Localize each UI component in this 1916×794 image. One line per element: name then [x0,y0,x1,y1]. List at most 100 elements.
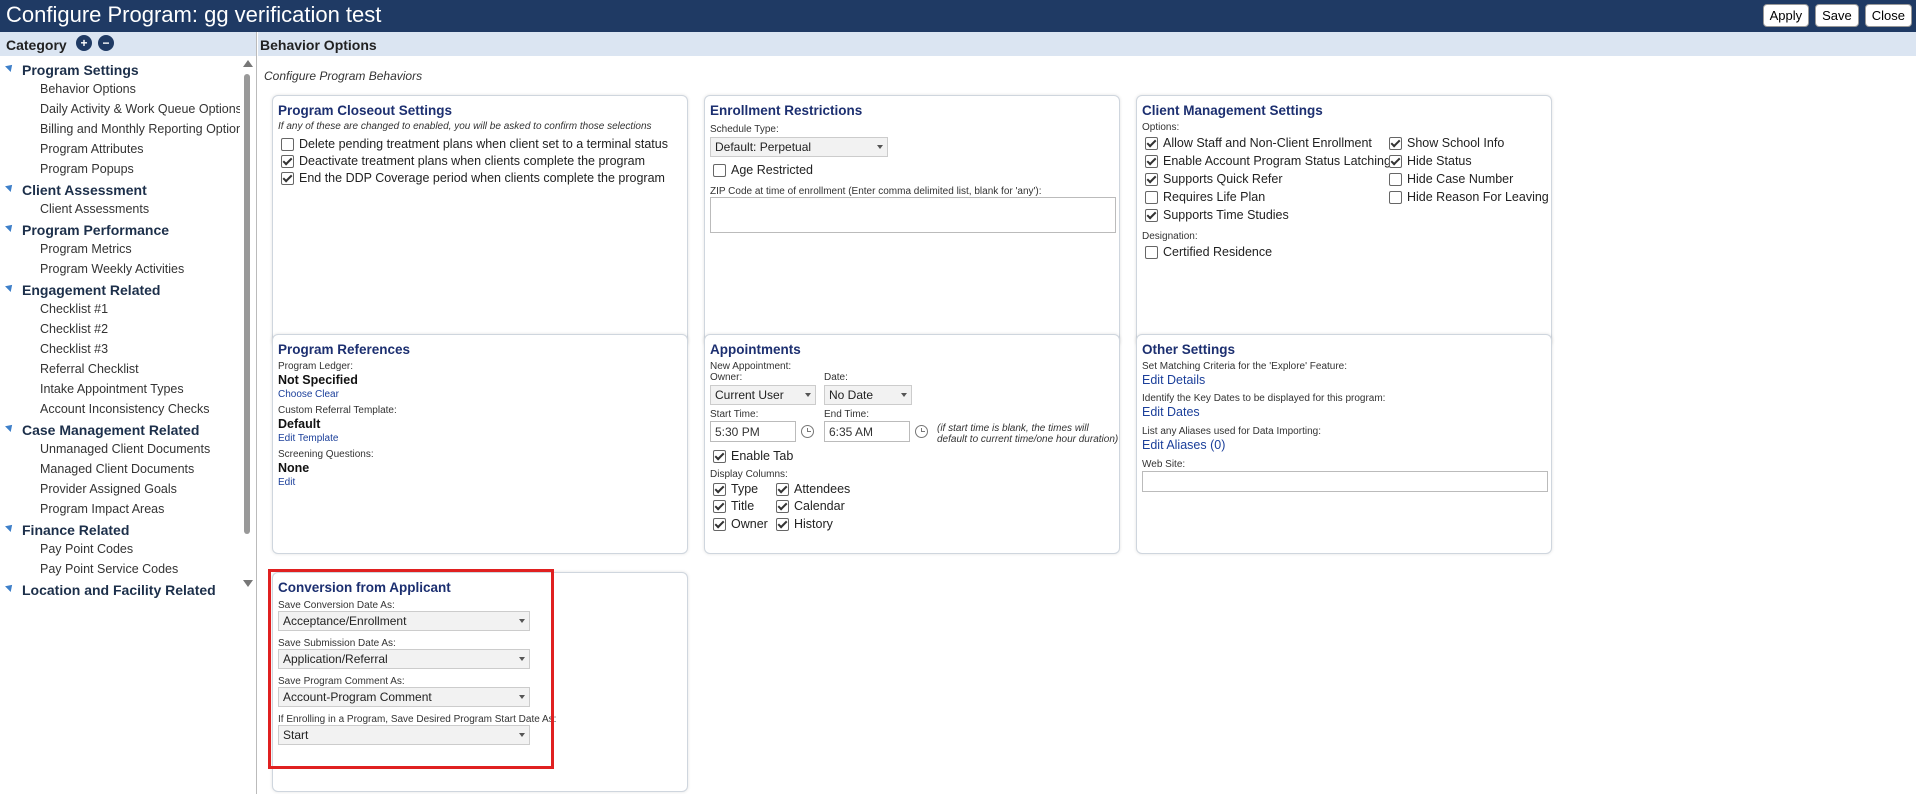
edit-aliases-link[interactable]: Edit Aliases (0) [1142,438,1225,452]
sidebar-scrollbar[interactable] [242,60,253,788]
checkbox[interactable] [1389,172,1402,186]
closeout-option-1[interactable]: Delete pending treatment plans when clie… [281,137,668,151]
sidebar-item[interactable]: Referral Checklist [0,360,240,380]
checkbox[interactable] [713,163,726,177]
checkbox[interactable] [1145,136,1158,150]
edit-details-link[interactable]: Edit Details [1142,373,1205,387]
expand-triangle-icon[interactable] [5,62,15,72]
sidebar-item[interactable]: Program Impact Areas [0,500,240,520]
sidebar-item[interactable]: Program Attributes [0,140,240,160]
start-date-select[interactable]: Start [278,725,530,745]
checkbox[interactable] [1145,172,1158,186]
expand-triangle-icon[interactable] [5,222,15,232]
end-time-input[interactable]: 6:35 AM [824,421,910,442]
program-comment-select[interactable]: Account-Program Comment [278,687,530,707]
schedule-type-select[interactable]: Default: Perpetual [710,137,888,157]
sidebar-item[interactable]: Pay Point Codes [0,540,240,560]
sidebar-item[interactable]: Program Popups [0,160,240,180]
edit-template-link[interactable]: Edit Template [278,433,338,444]
checkbox[interactable] [1145,154,1158,168]
cm-option-quick-refer[interactable]: Supports Quick Refer [1145,172,1283,186]
column-history[interactable]: History [776,517,833,531]
edit-dates-link[interactable]: Edit Dates [1142,405,1200,419]
checkbox[interactable] [1389,190,1402,204]
sidebar-group[interactable]: Client Assessment [0,181,240,200]
checkbox[interactable] [713,482,726,496]
expand-triangle-icon[interactable] [5,182,15,192]
column-type[interactable]: Type [713,482,758,496]
sidebar-item[interactable]: Behavior Options [0,80,240,100]
expand-triangle-icon[interactable] [5,522,15,532]
conversion-date-select[interactable]: Acceptance/Enrollment [278,611,530,631]
save-button[interactable]: Save [1815,4,1859,27]
column-owner[interactable]: Owner [713,517,768,531]
checkbox[interactable] [776,517,789,531]
sidebar-item[interactable]: Checklist #1 [0,300,240,320]
expand-triangle-icon[interactable] [5,582,15,592]
date-select[interactable]: No Date [824,385,912,405]
scroll-down-icon[interactable] [243,580,253,587]
sidebar-item[interactable]: Daily Activity & Work Queue Options [0,100,240,120]
sidebar-item[interactable]: Client Assessments [0,200,240,220]
sidebar-item[interactable]: Pay Point Service Codes [0,560,240,580]
collapse-all-icon[interactable]: − [98,35,114,51]
start-time-input[interactable]: 5:30 PM [710,421,796,442]
checkbox[interactable] [713,499,726,513]
checkbox[interactable] [1389,136,1402,150]
sidebar-item[interactable]: Account Inconsistency Checks [0,400,240,420]
clock-icon[interactable] [915,425,928,438]
cm-option-school-info[interactable]: Show School Info [1389,136,1504,150]
sidebar-group[interactable]: Case Management Related [0,421,240,440]
clock-icon[interactable] [801,425,814,438]
checkbox[interactable] [776,499,789,513]
checkbox[interactable] [713,517,726,531]
website-input[interactable] [1142,471,1548,492]
zip-code-input[interactable] [710,197,1116,233]
sidebar-item[interactable]: Managed Client Documents [0,460,240,480]
close-button[interactable]: Close [1864,4,1912,27]
cm-option-staff-enrollment[interactable]: Allow Staff and Non-Client Enrollment [1145,136,1372,150]
scroll-thumb[interactable] [244,74,250,534]
sidebar-item[interactable]: Provider Assigned Goals [0,480,240,500]
owner-select[interactable]: Current User [710,385,816,405]
apply-button[interactable]: Apply [1762,4,1810,27]
checkbox[interactable] [281,171,294,185]
checkbox[interactable] [281,154,294,168]
expand-triangle-icon[interactable] [5,422,15,432]
cm-option-life-plan[interactable]: Requires Life Plan [1145,190,1265,204]
sidebar-group[interactable]: Finance Related [0,521,240,540]
expand-triangle-icon[interactable] [5,282,15,292]
sidebar-item[interactable]: Checklist #2 [0,320,240,340]
checkbox[interactable] [1145,208,1158,222]
sidebar-item[interactable]: Unmanaged Client Documents [0,440,240,460]
sidebar-group[interactable]: Engagement Related [0,281,240,300]
sidebar-group[interactable]: Program Settings [0,61,240,80]
closeout-option-2[interactable]: Deactivate treatment plans when clients … [281,154,645,168]
checkbox[interactable] [1389,154,1402,168]
cm-option-hide-reason[interactable]: Hide Reason For Leaving [1389,190,1549,204]
certified-residence-option[interactable]: Certified Residence [1145,245,1272,259]
column-title[interactable]: Title [713,499,754,513]
sidebar-group[interactable]: Program Performance [0,221,240,240]
cm-option-status-latching[interactable]: Enable Account Program Status Latching [1145,154,1391,168]
cm-option-time-studies[interactable]: Supports Time Studies [1145,208,1289,222]
cm-option-hide-status[interactable]: Hide Status [1389,154,1472,168]
checkbox[interactable] [281,137,294,151]
cm-option-hide-case-number[interactable]: Hide Case Number [1389,172,1513,186]
sidebar-item[interactable]: Intake Appointment Types [0,380,240,400]
sidebar-item[interactable]: Checklist #3 [0,340,240,360]
submission-date-select[interactable]: Application/Referral [278,649,530,669]
expand-all-icon[interactable]: + [76,35,92,51]
clear-ledger-link[interactable]: Clear [315,389,339,400]
closeout-option-3[interactable]: End the DDP Coverage period when clients… [281,171,665,185]
edit-screening-link[interactable]: Edit [278,477,295,488]
sidebar-item[interactable]: Program Weekly Activities [0,260,240,280]
sidebar-item[interactable]: Program Metrics [0,240,240,260]
sidebar-group[interactable]: Location and Facility Related [0,581,240,600]
age-restricted-option[interactable]: Age Restricted [713,163,813,177]
scroll-up-icon[interactable] [243,60,253,67]
choose-ledger-link[interactable]: Choose [278,389,312,400]
checkbox[interactable] [713,449,726,463]
column-attendees[interactable]: Attendees [776,482,850,496]
column-calendar[interactable]: Calendar [776,499,845,513]
